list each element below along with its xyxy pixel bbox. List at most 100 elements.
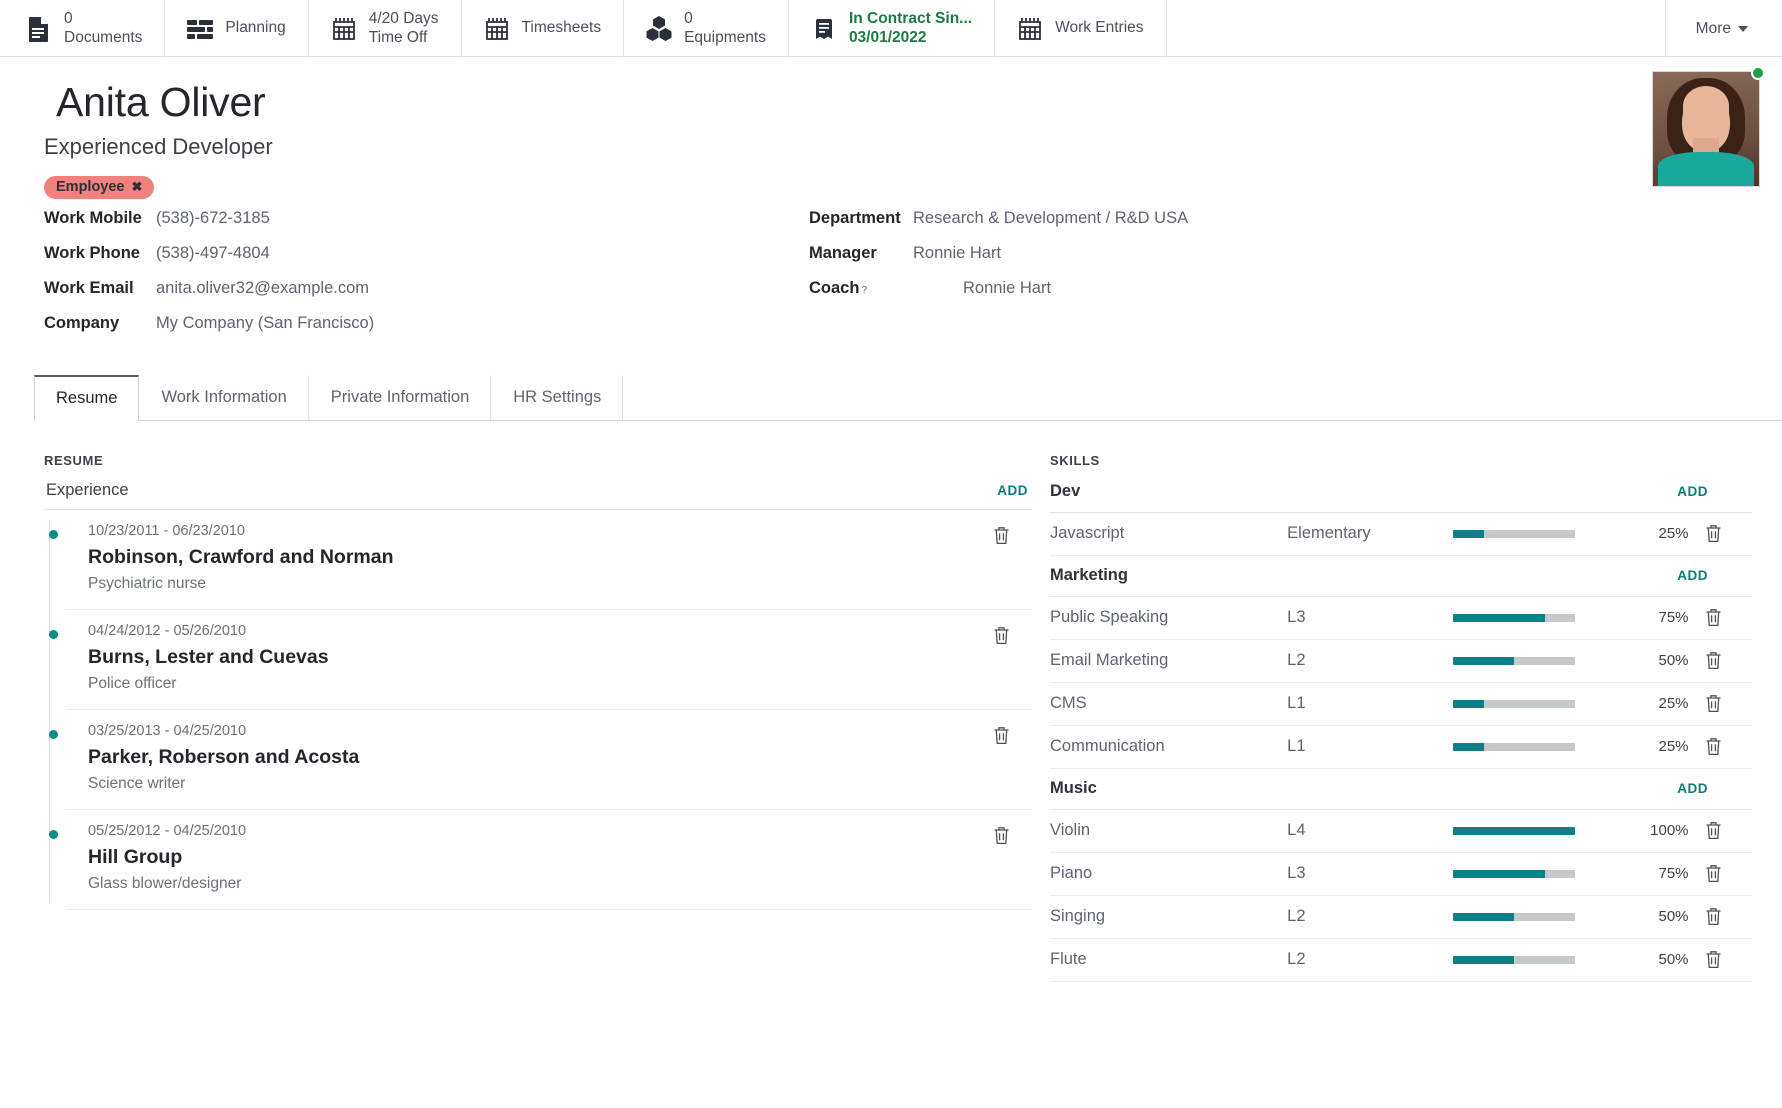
skill-name: Javascript: [1050, 512, 1288, 556]
skill-progress-bar: [1453, 955, 1576, 964]
tab-private-information[interactable]: Private Information: [309, 375, 492, 421]
skill-percent: 25%: [1619, 682, 1705, 726]
stat-button-label: 03/01/2022: [848, 28, 927, 46]
field-label-department: Department: [809, 209, 901, 227]
tab-resume[interactable]: Resume: [34, 375, 140, 421]
skills-pane: SKILLS Dev ADD Javascript Elementary 25% Mark…: [1032, 421, 1782, 982]
delete-icon[interactable]: [993, 626, 1010, 645]
field-value-coach[interactable]: Ronnie Hart: [963, 279, 1051, 298]
field-row: Work Mobile (538)-672-3185: [44, 209, 804, 228]
resume-line-role: Glass blower/designer: [88, 875, 242, 892]
tab-bar: Resume Work Information Private Informatio…: [34, 375, 1782, 421]
tab-work-information[interactable]: Work Information: [139, 375, 309, 421]
more-button[interactable]: More: [1664, 0, 1782, 57]
stat-button-text: Work Entries: [1055, 19, 1143, 37]
field-row: Coach? Ronnie Hart: [809, 279, 1738, 298]
skill-row[interactable]: Email Marketing L2 50%: [1050, 639, 1752, 683]
skill-progress-bar: [1453, 742, 1576, 751]
delete-icon[interactable]: [1705, 864, 1752, 883]
stat-button-timesheets[interactable]: Timesheets: [462, 0, 625, 57]
stat-button-label: Timesheets: [521, 19, 602, 37]
skill-row[interactable]: Violin L4 100%: [1050, 809, 1752, 853]
skill-row[interactable]: Singing L2 50%: [1050, 895, 1752, 939]
skill-name: Flute: [1050, 938, 1288, 982]
delete-icon[interactable]: [1705, 608, 1752, 627]
stat-button-value: In Contract Sin...: [848, 10, 973, 28]
resume-line-date: 05/25/2012 - 04/25/2010: [88, 823, 247, 839]
timeline-dot-icon: [49, 730, 58, 739]
skill-level: L4: [1287, 809, 1454, 853]
resume-line[interactable]: 05/25/2012 - 04/25/2010 Hill Group Glass b…: [49, 810, 1032, 910]
resume-line[interactable]: 10/23/2011 - 06/23/2010 Robinson, Crawfor…: [49, 510, 1032, 610]
delete-icon[interactable]: [1705, 524, 1752, 543]
field-value-manager[interactable]: Ronnie Hart: [913, 244, 1001, 263]
delete-icon[interactable]: [1705, 950, 1752, 969]
employee-tag[interactable]: Employee ✖: [44, 176, 155, 199]
skill-row[interactable]: Javascript Elementary 25%: [1050, 512, 1752, 556]
resume-add-button[interactable]: ADD: [997, 483, 1028, 498]
skill-add-button[interactable]: ADD: [1677, 568, 1708, 583]
delete-icon[interactable]: [1705, 651, 1752, 670]
avatar[interactable]: [1652, 66, 1765, 187]
field-row: Manager Ronnie Hart: [809, 244, 1738, 263]
field-value-work-phone[interactable]: (538)-497-4804: [156, 244, 270, 263]
avatar-image[interactable]: [1652, 71, 1760, 187]
delete-icon[interactable]: [993, 726, 1010, 745]
close-icon[interactable]: ✖: [132, 179, 143, 195]
stat-button-text: 0 Documents: [64, 10, 142, 47]
field-value-work-email[interactable]: anita.oliver32@example.com: [156, 279, 369, 298]
form-body: RESUME Experience ADD 10/23/2011 - 06/23…: [0, 421, 1782, 982]
resume-line-role: Science writer: [88, 775, 186, 792]
skill-group-name: Marketing: [1050, 555, 1288, 597]
stat-button-text: In Contract Sin... 03/01/2022: [849, 10, 972, 47]
skill-progress-bar: [1453, 869, 1576, 878]
stat-button-work-entries[interactable]: Work Entries: [995, 0, 1167, 57]
avatar-forehead: [1683, 86, 1729, 126]
help-icon[interactable]: ?: [861, 285, 867, 296]
delete-icon[interactable]: [1705, 821, 1752, 840]
contract-book-icon: [811, 16, 837, 42]
delete-icon[interactable]: [1705, 737, 1752, 756]
resume-line-date: 04/24/2012 - 05/26/2010: [88, 623, 247, 639]
skill-row[interactable]: Communication L1 25%: [1050, 725, 1752, 769]
skill-level: L3: [1287, 596, 1454, 640]
field-value-work-mobile[interactable]: (538)-672-3185: [156, 209, 270, 228]
delete-icon[interactable]: [1705, 907, 1752, 926]
stat-button-documents[interactable]: 0 Documents: [0, 0, 166, 57]
skill-progress-bar: [1453, 699, 1576, 708]
timeline-dot-icon: [49, 830, 58, 839]
stat-button-time-off[interactable]: 4/20 Days Time Off: [309, 0, 462, 57]
stat-button-bar: 0 Documents Planning 4/20 Days Time Off Times…: [0, 0, 1782, 57]
skill-progress-bar: [1453, 613, 1576, 622]
field-value-department[interactable]: Research & Development / R&D USA: [913, 209, 1188, 228]
skill-percent: 75%: [1619, 852, 1705, 896]
resume-line-role: Police officer: [88, 675, 177, 692]
resume-line[interactable]: 04/24/2012 - 05/26/2010 Burns, Lester and…: [49, 610, 1032, 710]
delete-icon[interactable]: [993, 526, 1010, 545]
resume-section-title: RESUME: [44, 453, 104, 468]
skill-row[interactable]: CMS L1 25%: [1050, 682, 1752, 726]
skill-level: L2: [1287, 895, 1454, 939]
stat-button-equipments[interactable]: 0 Equipments: [624, 0, 789, 57]
skill-name: Email Marketing: [1050, 639, 1288, 683]
skill-row[interactable]: Flute L2 50%: [1050, 938, 1752, 982]
resume-line[interactable]: 03/25/2013 - 04/25/2010 Parker, Roberson …: [49, 710, 1032, 810]
skill-add-button[interactable]: ADD: [1677, 484, 1708, 499]
field-label-work-mobile: Work Mobile: [44, 209, 142, 227]
skill-row[interactable]: Piano L3 75%: [1050, 852, 1752, 896]
skill-group-spacer: [1287, 555, 1454, 597]
skill-group-spacer: [1287, 472, 1454, 513]
skill-row[interactable]: Public Speaking L3 75%: [1050, 596, 1752, 640]
skill-name: Piano: [1050, 852, 1288, 896]
stat-button-planning[interactable]: Planning: [165, 0, 309, 57]
skill-add-button[interactable]: ADD: [1677, 781, 1708, 796]
tab-hr-settings[interactable]: HR Settings: [491, 375, 624, 421]
delete-icon[interactable]: [1705, 694, 1752, 713]
calendar-icon: [484, 16, 510, 42]
field-value-company[interactable]: My Company (San Francisco): [156, 314, 374, 333]
stat-button-03-01-2022[interactable]: In Contract Sin... 03/01/2022: [789, 0, 996, 57]
delete-icon[interactable]: [993, 826, 1010, 845]
skill-name: Communication: [1050, 725, 1288, 769]
skill-level: L3: [1287, 852, 1454, 896]
boxes-icon: [646, 16, 672, 42]
